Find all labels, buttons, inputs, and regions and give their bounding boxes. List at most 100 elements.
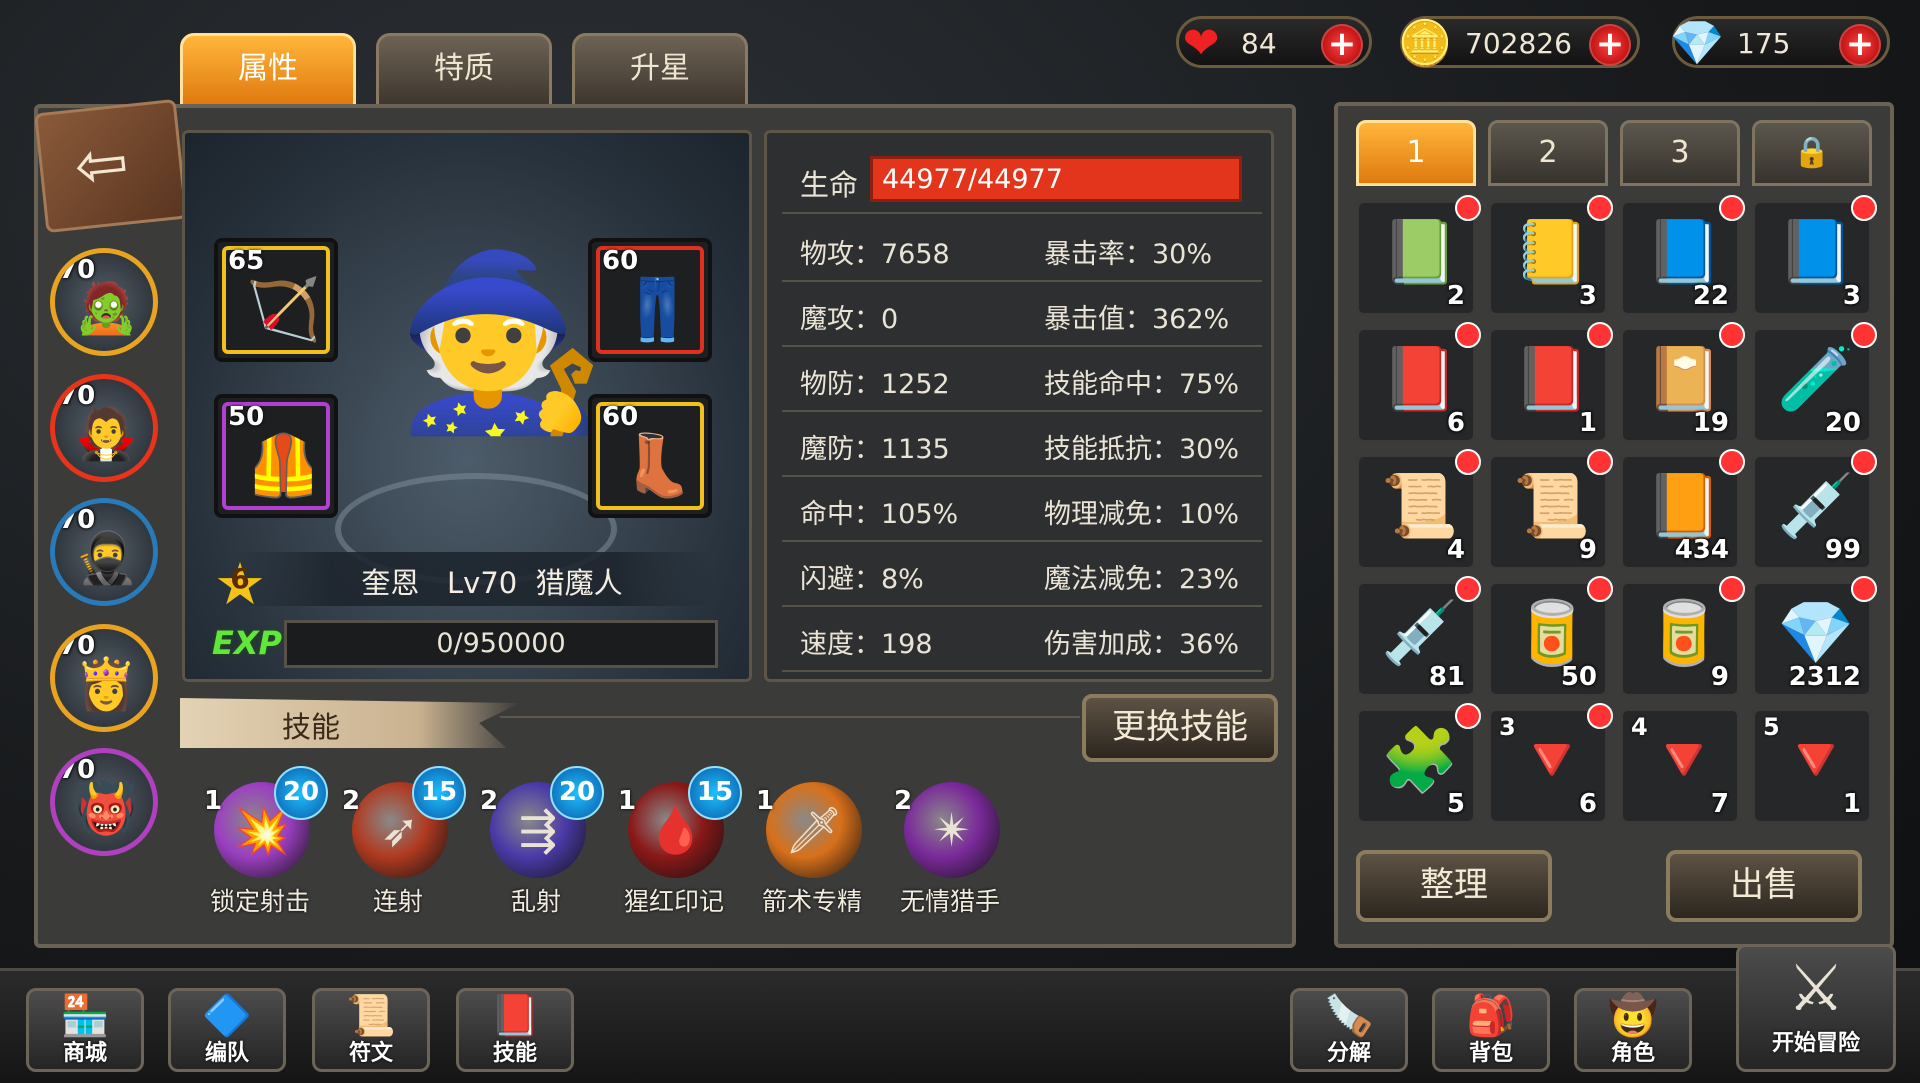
item-count: 1	[1578, 408, 1597, 438]
inventory-item[interactable]: 📕 1	[1488, 322, 1613, 443]
item-count: 99	[1824, 535, 1861, 565]
inventory-item[interactable]: 🧩 5	[1356, 703, 1481, 824]
nav-button[interactable]: 📕 技能	[456, 988, 574, 1072]
inventory-item[interactable]: 📘 22	[1620, 195, 1745, 316]
add-gold-button[interactable]: +	[1589, 24, 1631, 66]
item-count: 2312	[1788, 662, 1861, 692]
stat-left: 命中：105%	[800, 499, 959, 530]
inventory-item[interactable]: 📙 434	[1620, 449, 1745, 570]
stat-left: 物攻：7658	[800, 239, 950, 270]
nav-button[interactable]: 🤠 角色	[1574, 988, 1692, 1072]
inventory-item[interactable]: 📘 3	[1752, 195, 1877, 316]
exit-button[interactable]: ⇦	[34, 98, 188, 234]
inventory-tab-1[interactable]: 1	[1356, 120, 1476, 186]
new-badge	[1455, 195, 1481, 221]
inventory-item[interactable]: 📜 4	[1356, 449, 1481, 570]
inventory-item[interactable]: 📜 9	[1488, 449, 1613, 570]
hero-portrait[interactable]: 🧛 70	[50, 374, 158, 482]
skill-icon: 🗡	[766, 782, 862, 878]
sell-button[interactable]: 出售	[1666, 850, 1862, 922]
skill-slot[interactable]: ⇶ 2 20 乱射	[476, 766, 604, 916]
sort-button[interactable]: 整理	[1356, 850, 1552, 922]
gold-coins-icon: 🪙	[1397, 18, 1453, 69]
tab-traits[interactable]: 特质	[376, 33, 552, 107]
inventory-item[interactable]: 📕 6	[1356, 322, 1481, 443]
nav-button[interactable]: 📜 符文	[312, 988, 430, 1072]
skill-name: 乱射	[510, 887, 561, 916]
item-art: 📗	[1381, 215, 1459, 288]
nav-label: 背包	[1468, 1041, 1513, 1066]
inventory-item[interactable]: 🧪 20	[1752, 322, 1877, 443]
item-count: 9	[1710, 662, 1729, 692]
stat-row: 物攻：7658 暴击率：30%	[782, 216, 1262, 282]
item-art: 📕	[1381, 342, 1459, 415]
skill-level: 2	[480, 786, 499, 816]
nav-button[interactable]: 🏪 商城	[26, 988, 144, 1072]
new-badge	[1587, 449, 1613, 475]
change-skill-button[interactable]: 更换技能	[1082, 694, 1278, 762]
new-badge	[1587, 322, 1613, 348]
gold-counter: 🪙 702826 +	[1398, 16, 1640, 69]
nav-button[interactable]: 🪚 分解	[1290, 988, 1408, 1072]
tab-locked[interactable]: 🔒	[1752, 120, 1872, 186]
skill-name: 箭术专精	[761, 887, 862, 916]
item-count: 6	[1578, 789, 1597, 819]
inventory-item[interactable]: 🥫 9	[1620, 576, 1745, 697]
equipment-level: 60	[602, 402, 639, 432]
inventory-item[interactable]: 🔻 5 1	[1752, 708, 1872, 824]
gems-counter: 💎 175 +	[1670, 16, 1890, 69]
hero-face: 👸	[75, 655, 138, 713]
crystal-icon: 💎	[1669, 18, 1725, 69]
nav-icon: 📕	[490, 993, 540, 1039]
skill-slot[interactable]: 🩸 1 15 猩红印记	[614, 766, 742, 916]
nav-button[interactable]: 🎒 背包	[1432, 988, 1550, 1072]
nav-label: 符文	[348, 1041, 393, 1066]
skill-slot[interactable]: ➶ 2 15 连射	[338, 766, 466, 916]
skill-slot[interactable]: 🗡 1 箭术专精	[752, 782, 872, 916]
item-count: 5	[1446, 789, 1465, 819]
skills-divider	[500, 716, 1080, 718]
inventory-item[interactable]: 🔻 3 6	[1488, 703, 1613, 824]
skill-slot[interactable]: ✴ 2 无情猎手	[890, 782, 1010, 916]
stat-row: 魔攻：0 暴击值：362%	[782, 281, 1262, 347]
skill-level: 1	[756, 786, 775, 816]
equipment-slot[interactable]: 👖 60	[588, 238, 712, 362]
nav-button[interactable]: 🔷 编队	[168, 988, 286, 1072]
skill-slot[interactable]: 💥 1 20 锁定射击	[200, 766, 328, 916]
hero-face: 🧛	[75, 405, 138, 463]
skill-icon: ✴	[904, 782, 1000, 878]
inventory-item[interactable]: 💉 99	[1752, 449, 1877, 570]
inventory-item[interactable]: 💉 81	[1356, 576, 1481, 697]
add-gems-button[interactable]: +	[1839, 24, 1881, 66]
nav-button[interactable]: ⚔ 开始冒险	[1736, 944, 1896, 1072]
skill-level: 1	[204, 786, 223, 816]
inventory-item[interactable]: 💎 2312	[1752, 576, 1877, 697]
hero-portrait[interactable]: 👸 70	[50, 624, 158, 732]
item-count: 50	[1560, 662, 1597, 692]
tab-attributes[interactable]: 属性	[180, 33, 356, 107]
tab-star-up[interactable]: 升星	[572, 33, 748, 107]
inventory-item[interactable]: 🔻 4 7	[1620, 708, 1740, 824]
hero-portrait[interactable]: 🥷 70	[50, 498, 158, 606]
inventory-item[interactable]: 📔 19	[1620, 322, 1745, 443]
add-hearts-button[interactable]: +	[1321, 24, 1363, 66]
skill-level: 1	[618, 786, 637, 816]
new-badge	[1851, 322, 1877, 348]
nav-icon: 🔷	[202, 993, 252, 1039]
stat-right: 魔法减免：23%	[1044, 564, 1240, 595]
gems-value: 175	[1737, 27, 1791, 60]
equipment-art: 🦺	[246, 431, 321, 501]
hero-portrait[interactable]: 👹 70	[50, 748, 158, 856]
equipment-slot[interactable]: 👢 60	[588, 394, 712, 518]
inventory-item[interactable]: 📗 2	[1356, 195, 1481, 316]
inventory-tab-2[interactable]: 2	[1488, 120, 1608, 186]
hero-face: 🥷	[75, 529, 138, 587]
nav-icon: 🏪	[60, 993, 110, 1039]
item-art: 🧪	[1777, 342, 1855, 415]
inventory-item[interactable]: 🥫 50	[1488, 576, 1613, 697]
inventory-tab-3[interactable]: 3	[1620, 120, 1740, 186]
equipment-slot[interactable]: 🏹 65	[214, 238, 338, 362]
equipment-slot[interactable]: 🦺 50	[214, 394, 338, 518]
hero-portrait[interactable]: 🧟 70	[50, 248, 158, 356]
inventory-item[interactable]: 📒 3	[1488, 195, 1613, 316]
